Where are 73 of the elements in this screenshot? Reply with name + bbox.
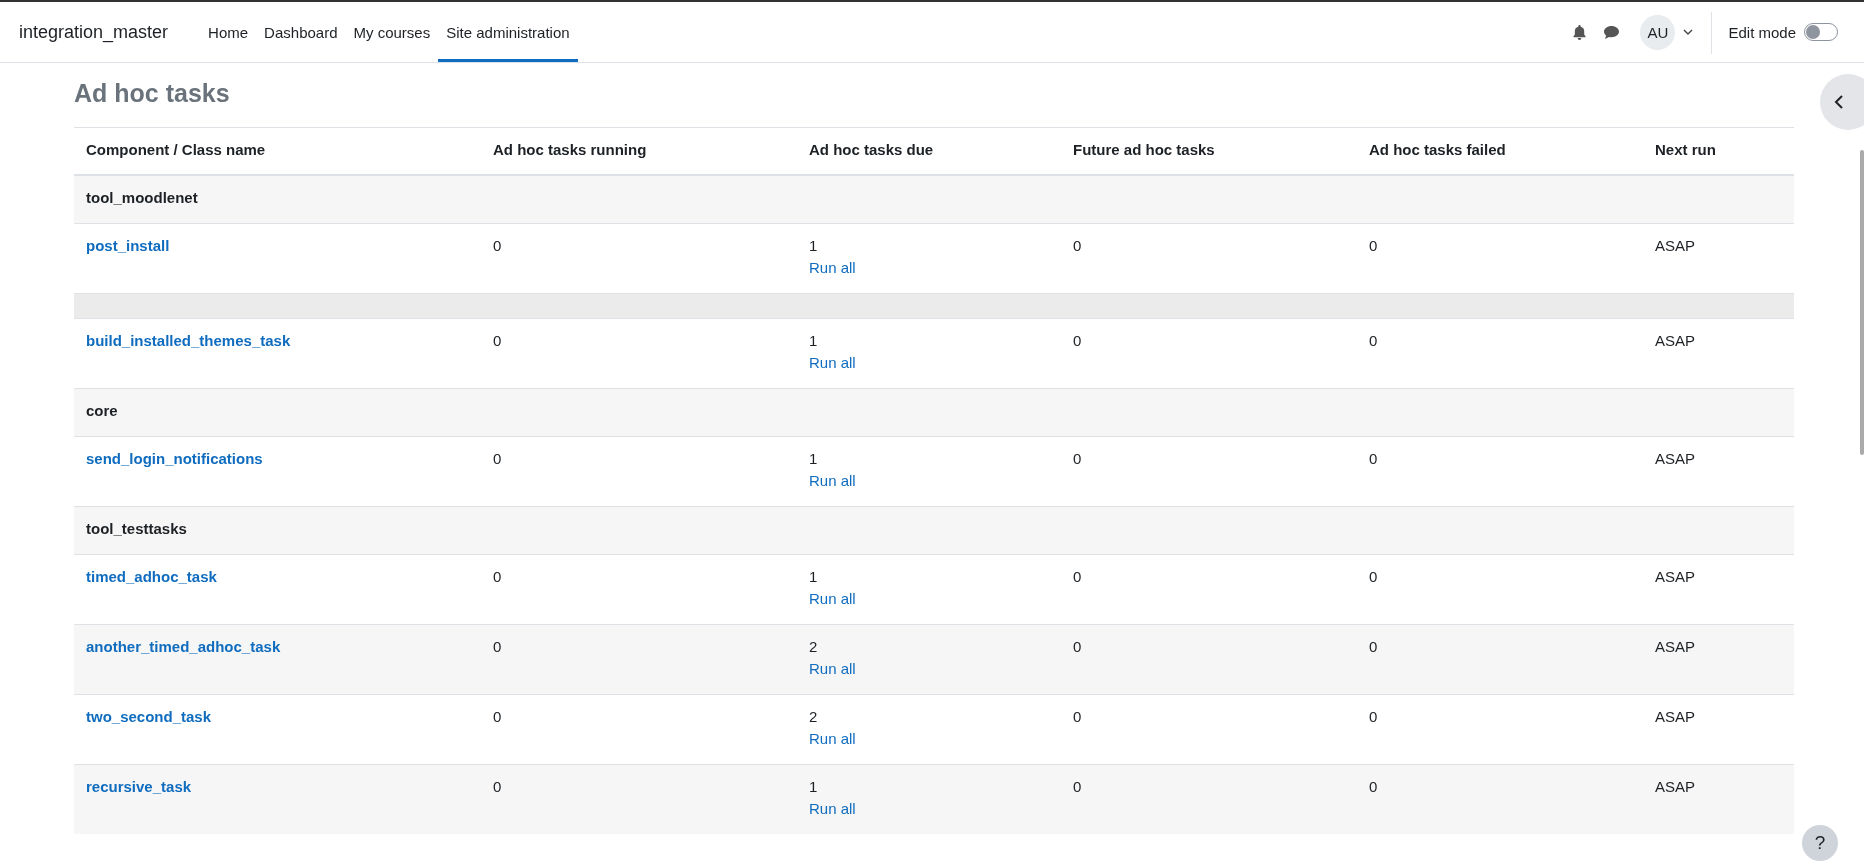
site-name[interactable]: integration_master (19, 2, 169, 62)
component-name: tool_moodlenet (86, 189, 198, 206)
table-cell: 0 (1073, 568, 1082, 585)
drawer-toggle-button[interactable] (1820, 74, 1864, 130)
scrollbar[interactable] (1860, 150, 1864, 455)
task-link[interactable]: timed_adhoc_task (86, 568, 217, 585)
table-cell: 0 (1369, 708, 1378, 725)
table-cell: 0 (493, 568, 502, 585)
table-cell: ASAP (1655, 332, 1696, 349)
task-link[interactable]: recursive_task (86, 778, 192, 795)
task-link[interactable]: post_install (86, 237, 170, 254)
table-cell: 1 (809, 449, 818, 469)
table-cell: 0 (1073, 708, 1082, 725)
table-cell: 2 (809, 707, 818, 727)
column-header: Component / Class name (86, 141, 266, 158)
table-cell: 0 (1369, 450, 1378, 467)
column-header: Ad hoc tasks failed (1369, 141, 1506, 158)
chevron-left-icon (1834, 94, 1844, 110)
speech-bubble-icon (1603, 24, 1621, 40)
table-cell: 0 (1073, 778, 1082, 795)
table-cell: 1 (809, 567, 818, 587)
table-cell: 0 (493, 708, 502, 725)
component-name: core (86, 402, 118, 419)
column-header: Ad hoc tasks due (809, 141, 934, 158)
table-cell: ASAP (1655, 450, 1696, 467)
run-all-link[interactable]: Run all (809, 258, 856, 278)
table-cell: 0 (1369, 778, 1378, 795)
run-all-link[interactable]: Run all (809, 659, 856, 679)
table-cell: 0 (1073, 332, 1082, 349)
table-cell: 0 (493, 778, 502, 795)
column-header: Next run (1655, 141, 1716, 158)
table-cell: ASAP (1655, 638, 1696, 655)
table-cell: ASAP (1655, 778, 1696, 795)
table-cell: 0 (1073, 638, 1082, 655)
table-cell: 1 (809, 236, 818, 256)
nav-tab[interactable]: Home (200, 5, 257, 62)
bell-icon (1572, 24, 1588, 40)
table-cell: 0 (1073, 237, 1082, 254)
table-cell: 0 (1073, 450, 1082, 467)
task-link[interactable]: build_installed_themes_task (86, 332, 291, 349)
table-cell: 0 (1369, 237, 1378, 254)
table-cell: 1 (809, 331, 818, 351)
table-cell: 0 (493, 237, 502, 254)
run-all-link[interactable]: Run all (809, 729, 856, 749)
table-cell: 0 (493, 450, 502, 467)
column-header: Future ad hoc tasks (1073, 141, 1215, 158)
component-name: tool_testtasks (86, 520, 187, 537)
task-link[interactable]: send_login_notifications (86, 450, 263, 467)
edit-mode-switch[interactable] (1804, 23, 1838, 41)
column-header: Ad hoc tasks running (493, 141, 647, 158)
user-avatar[interactable]: AU (1640, 14, 1676, 50)
table-cell: ASAP (1655, 237, 1696, 254)
edit-mode-label: Edit mode (1728, 23, 1796, 41)
task-link[interactable]: another_timed_adhoc_task (86, 638, 281, 655)
task-link[interactable]: two_second_task (86, 708, 212, 725)
help-button[interactable]: ? (1802, 825, 1838, 861)
nav-tab[interactable]: My courses (345, 5, 439, 62)
table-cell: 0 (493, 332, 502, 349)
table-cell: 1 (809, 777, 818, 797)
table-cell: 2 (809, 637, 818, 657)
run-all-link[interactable]: Run all (809, 589, 856, 609)
nav-tab[interactable]: Site administration (438, 5, 578, 62)
table-cell: 0 (1369, 638, 1378, 655)
run-all-link[interactable]: Run all (809, 799, 856, 819)
table-cell: 0 (1369, 568, 1378, 585)
run-all-link[interactable]: Run all (809, 353, 856, 373)
table-cell: ASAP (1655, 568, 1696, 585)
nav-tab[interactable]: Dashboard (256, 5, 346, 62)
table-cell: ASAP (1655, 708, 1696, 725)
table-cell: 0 (493, 638, 502, 655)
page-title: Ad hoc tasks (74, 78, 231, 109)
run-all-link[interactable]: Run all (809, 471, 856, 491)
table-cell: 0 (1369, 332, 1378, 349)
